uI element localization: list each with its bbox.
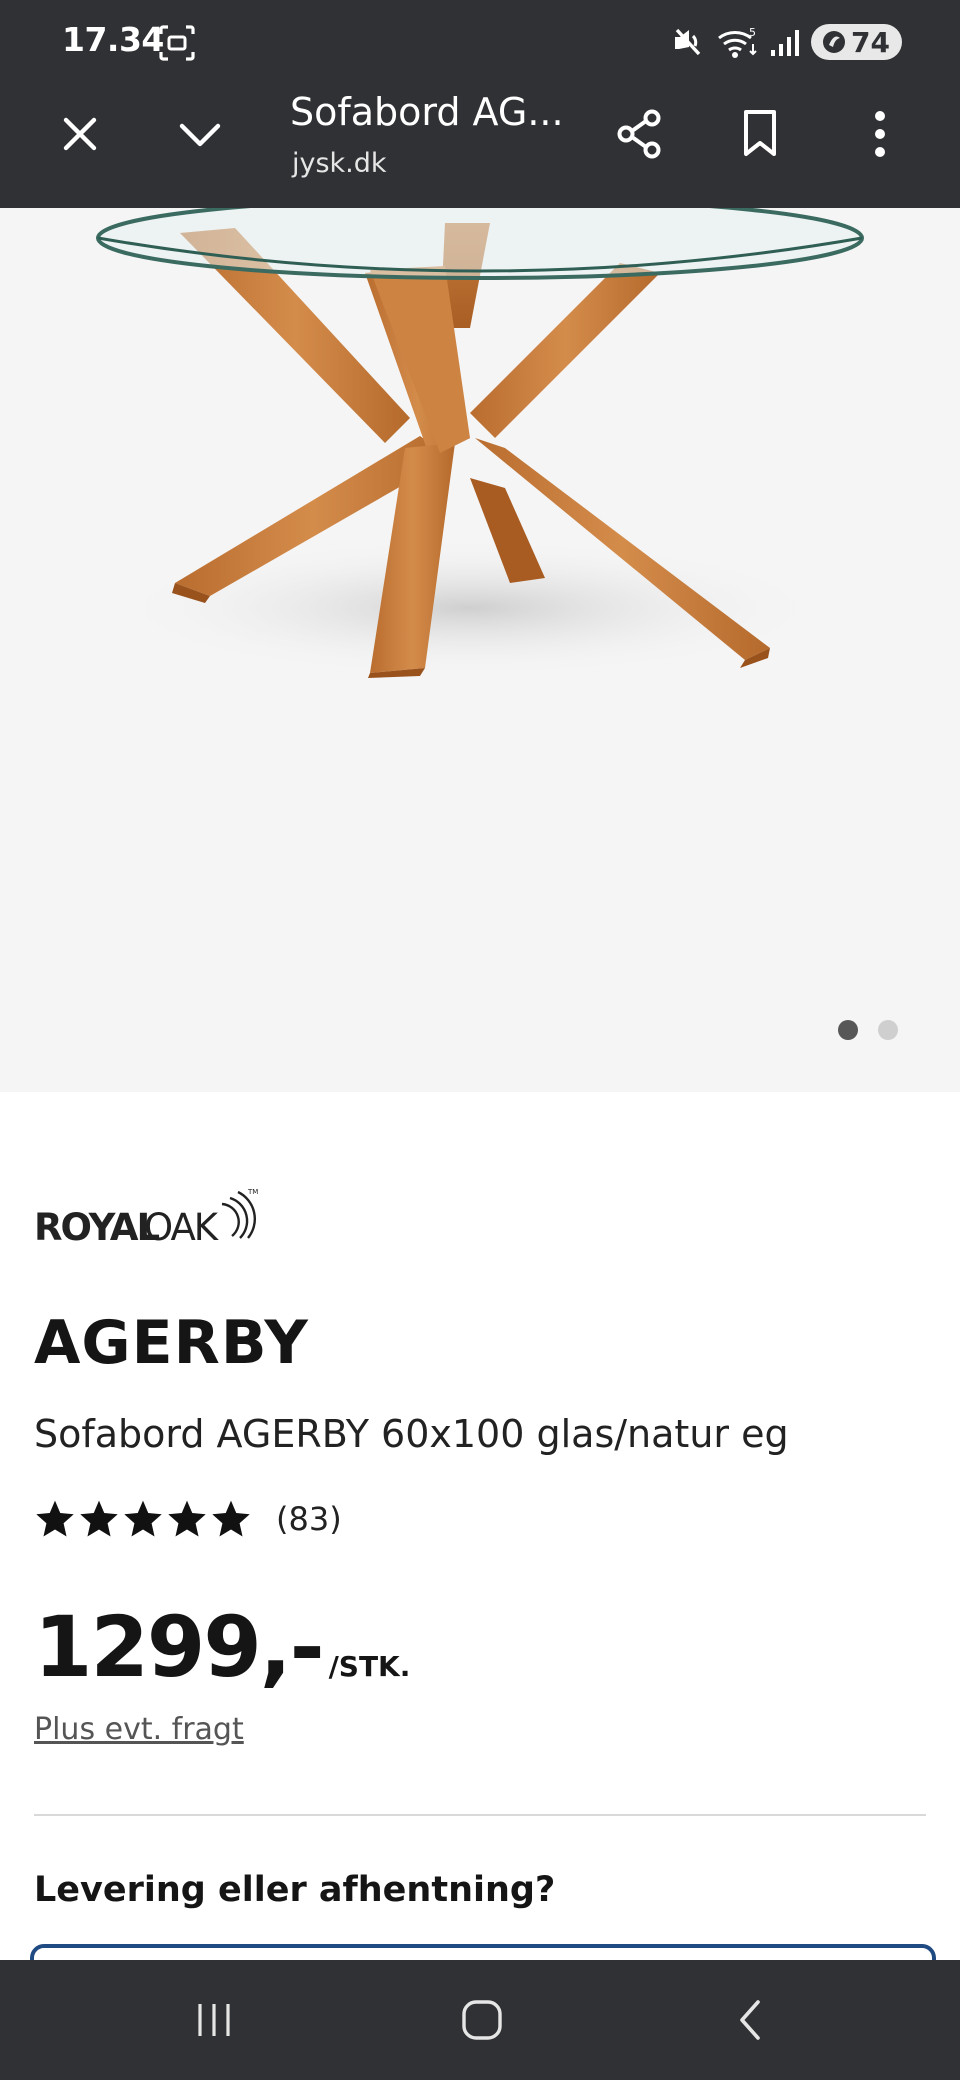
- signal-icon: [771, 30, 800, 56]
- svg-text:5: 5: [749, 26, 756, 39]
- price-value: 1299,-: [34, 1598, 325, 1696]
- close-tab-button[interactable]: [50, 104, 110, 164]
- star-icon: [124, 1500, 162, 1537]
- price-unit: /STK.: [328, 1650, 411, 1683]
- product-name: AGERBY: [34, 1308, 309, 1378]
- minimize-tab-button[interactable]: [170, 104, 230, 164]
- system-nav-bar: [0, 1960, 960, 2080]
- product-image: [96, 208, 864, 678]
- star-icon: [80, 1500, 118, 1537]
- rating-count[interactable]: (83): [276, 1500, 342, 1538]
- home-icon: [462, 2000, 502, 2040]
- star-icon: [212, 1500, 250, 1537]
- close-icon: [63, 117, 97, 151]
- freight-link[interactable]: Plus evt. fragt: [34, 1712, 244, 1747]
- product-description: Sofabord AGERBY 60x100 glas/natur eg: [34, 1412, 789, 1456]
- more-menu-button[interactable]: [850, 104, 910, 164]
- brand-logo[interactable]: ROYAL OAK TM: [34, 1178, 260, 1248]
- gallery-dot-1[interactable]: [838, 1020, 858, 1040]
- recents-icon: [198, 2004, 230, 2036]
- share-icon: [617, 109, 661, 159]
- svg-text:TM: TM: [247, 1188, 258, 1196]
- delivery-heading: Levering eller afhentning?: [34, 1870, 556, 1910]
- battery-icon: [823, 31, 846, 53]
- screenshot-icon: [159, 25, 195, 61]
- product-rating[interactable]: (83): [34, 1498, 342, 1540]
- price: 1299,- /STK.: [34, 1598, 410, 1696]
- svg-text:ROYAL: ROYAL: [34, 1206, 160, 1248]
- gallery-dot-2[interactable]: [878, 1020, 898, 1040]
- page-title[interactable]: Sofabord AG...: [290, 90, 564, 134]
- star-icon: [168, 1500, 206, 1537]
- more-vert-icon: [875, 111, 885, 157]
- share-button[interactable]: [610, 104, 670, 164]
- browser-chrome: 17.34 5 74 Sofabord AG... jysk.dk: [0, 0, 960, 208]
- page-url[interactable]: jysk.dk: [292, 148, 387, 179]
- back-button[interactable]: [712, 1980, 792, 2060]
- divider: [34, 1814, 926, 1816]
- svg-text:OAK: OAK: [144, 1206, 220, 1248]
- battery-indicator: 74: [811, 24, 902, 60]
- recents-button[interactable]: [174, 1980, 254, 2060]
- status-icons: 5 74: [669, 22, 902, 62]
- product-image-gallery[interactable]: [0, 208, 960, 1092]
- gallery-pagination[interactable]: [838, 1020, 898, 1040]
- battery-level: 74: [851, 25, 890, 59]
- mute-icon: [675, 28, 701, 56]
- home-button[interactable]: [442, 1980, 522, 2060]
- status-time: 17.34: [62, 20, 164, 59]
- star-icon: [36, 1500, 74, 1537]
- bookmark-button[interactable]: [730, 104, 790, 164]
- chevron-down-icon: [179, 123, 221, 147]
- wifi-icon: 5: [718, 26, 757, 58]
- bookmark-icon: [744, 110, 776, 156]
- back-icon: [740, 2000, 760, 2040]
